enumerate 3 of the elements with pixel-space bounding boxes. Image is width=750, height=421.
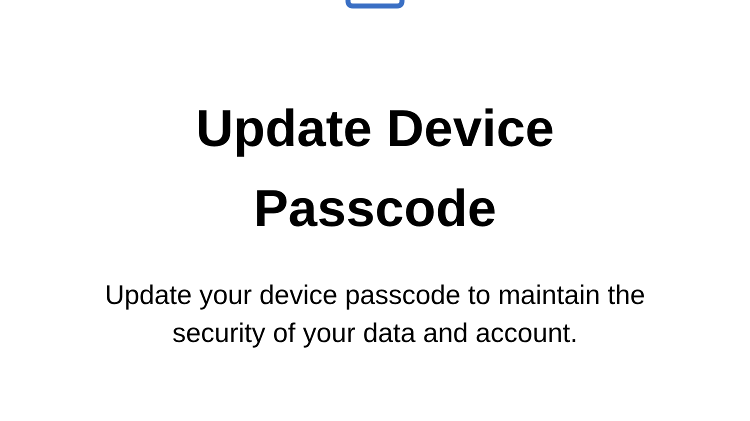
device-icon bbox=[345, 0, 405, 9]
description-text: Update your device passcode to maintain the security of your data and account. bbox=[104, 279, 646, 350]
page-title: Update Device Passcode bbox=[194, 99, 556, 240]
